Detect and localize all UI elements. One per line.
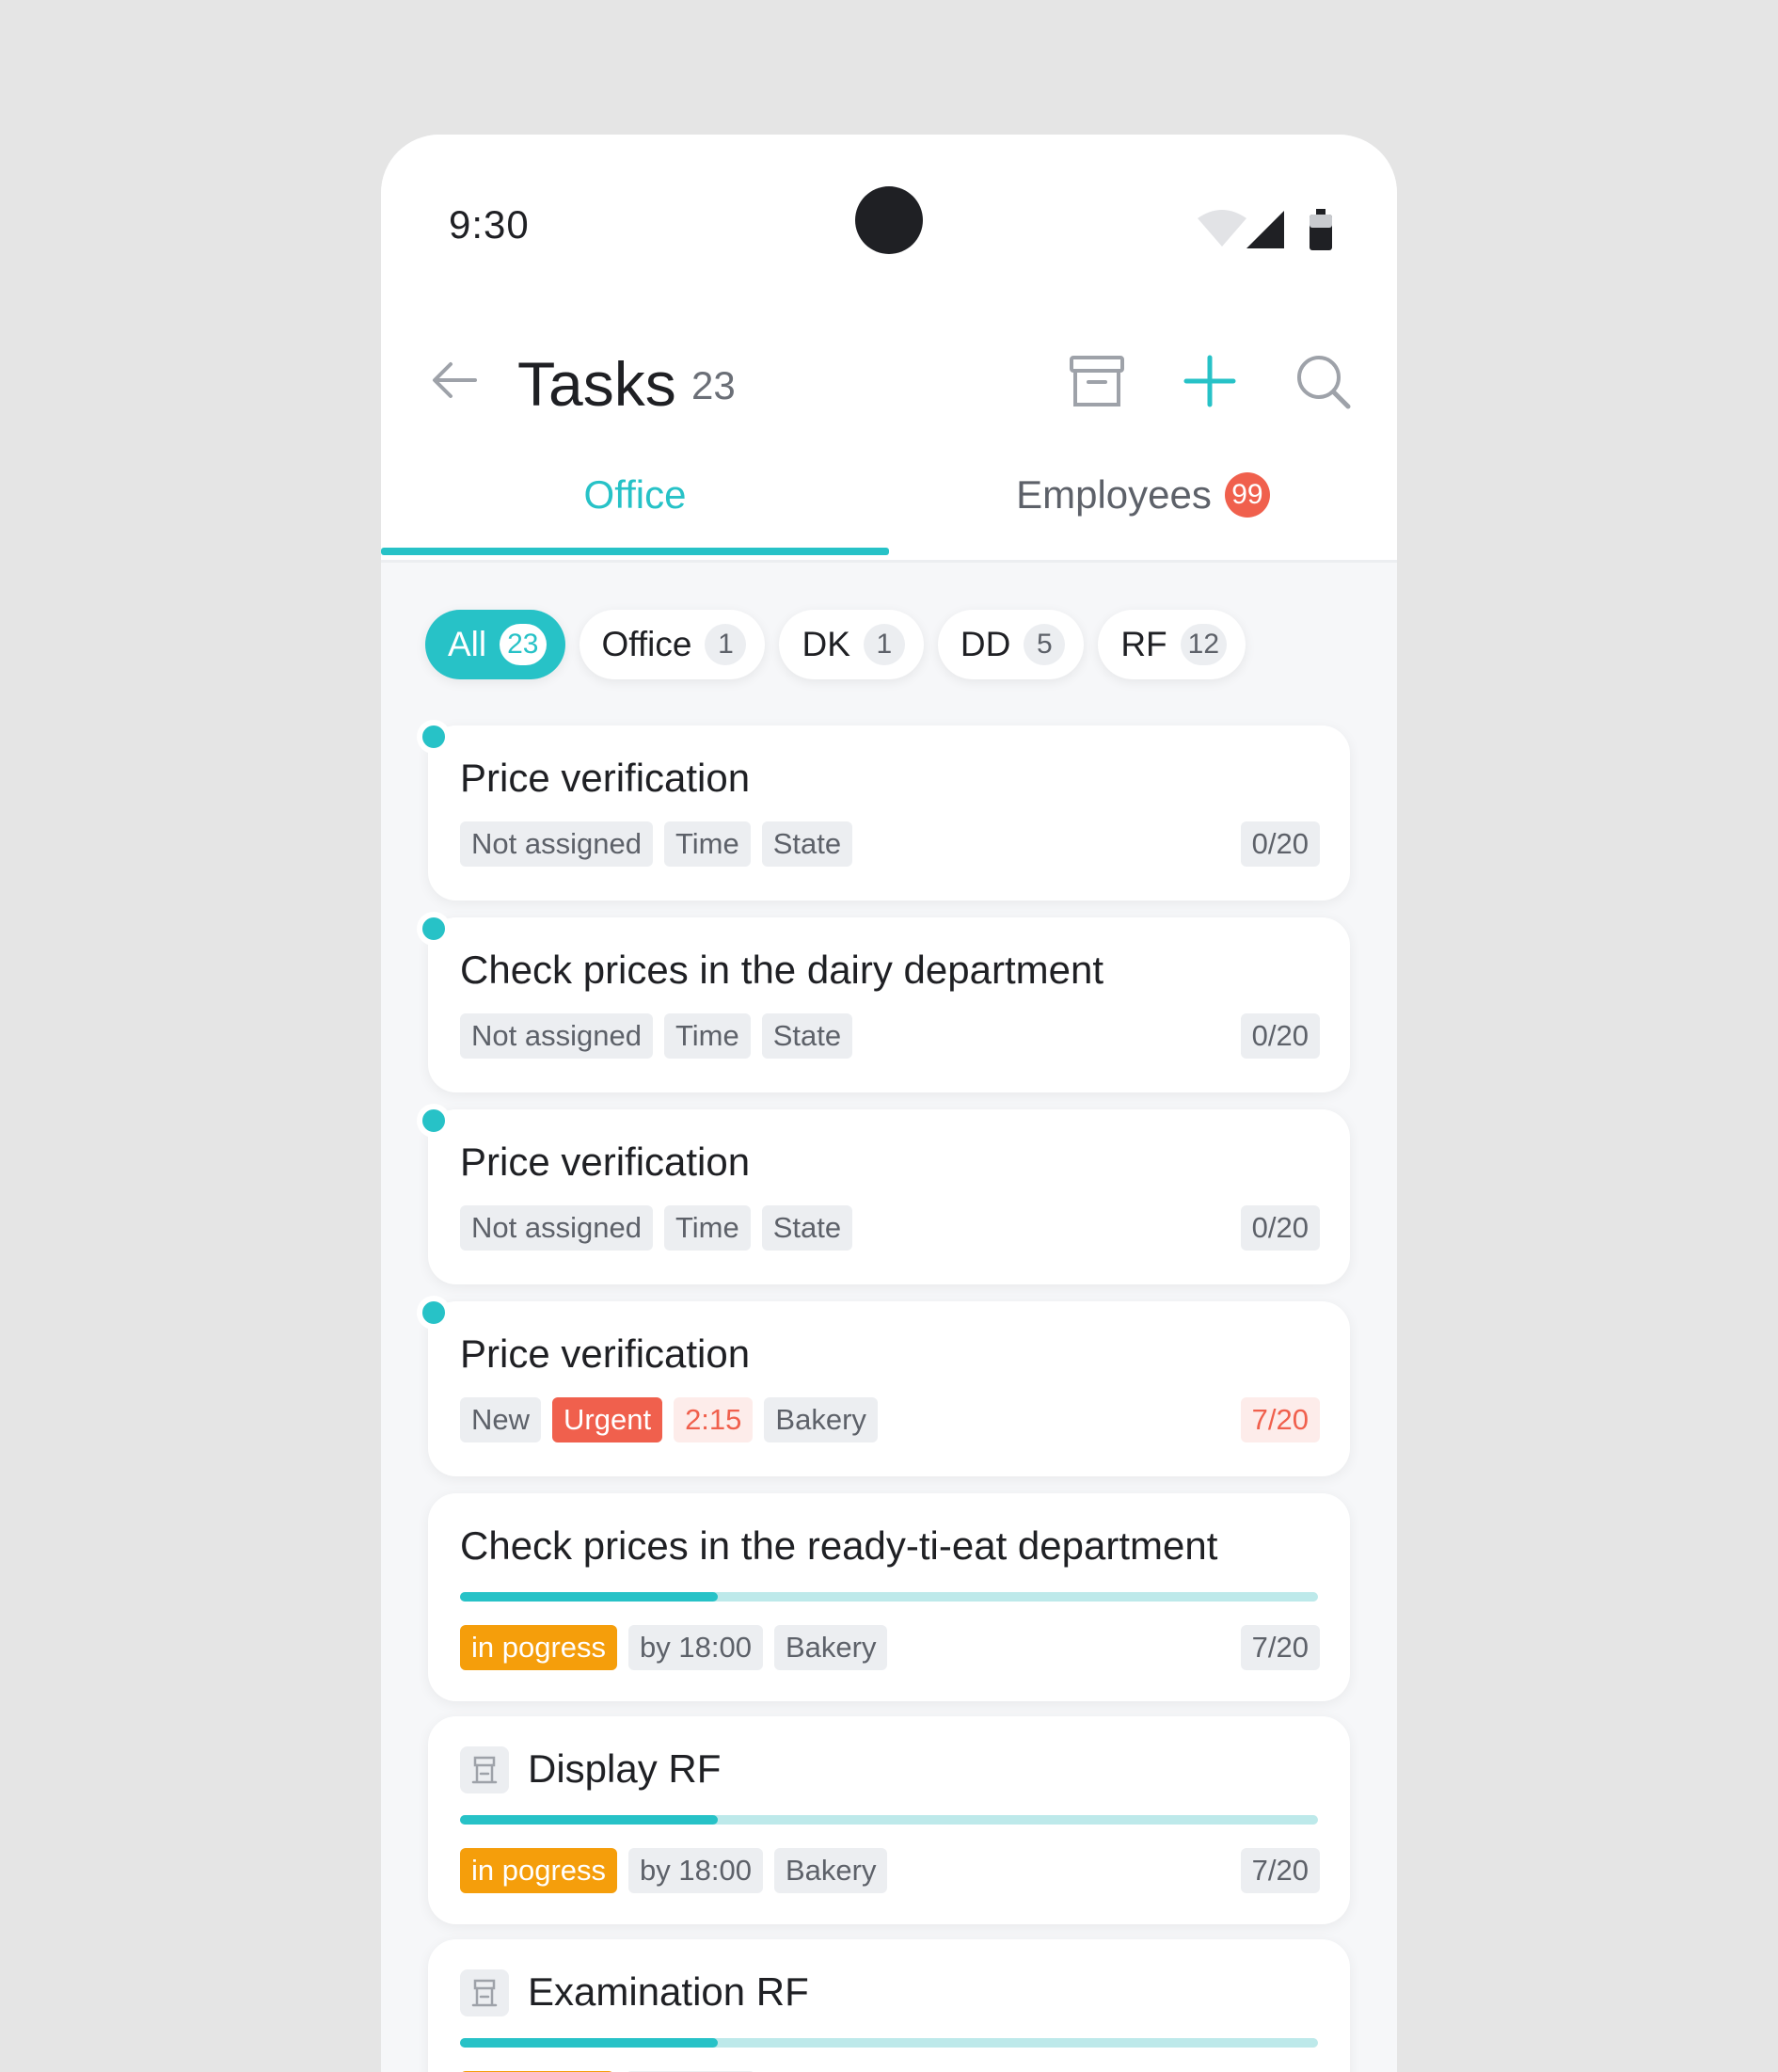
chip-count: 1 — [863, 624, 905, 665]
task-count: 23 — [691, 363, 736, 407]
progress-bar — [460, 1815, 1318, 1825]
task-tags: Not assigned Time State — [460, 821, 853, 867]
task-card[interactable]: Display RF in pogress by 18:00 Bakery 7/… — [428, 1716, 1350, 1924]
time-tag: Time — [663, 1205, 751, 1251]
task-card[interactable]: Price verification Not assigned Time Sta… — [417, 1104, 1350, 1284]
progress-count: 7/20 — [1240, 1397, 1320, 1442]
chip-label: DD — [960, 625, 1011, 663]
tab-office-label: Office — [583, 471, 687, 517]
signal-icon — [1246, 211, 1284, 248]
employees-badge: 99 — [1224, 471, 1270, 518]
page-title: Tasks — [517, 349, 676, 419]
task-card[interactable]: Examination RF — [428, 1939, 1350, 2072]
wifi-icon — [1198, 210, 1246, 247]
task-title: Check prices in the dairy department — [460, 948, 1103, 992]
progress-count: 0/20 — [1240, 821, 1320, 867]
task-title: Price verification — [460, 756, 751, 800]
task-tags: Not assigned Time State — [460, 1013, 853, 1059]
filter-chip-dd[interactable]: DD 5 — [937, 610, 1085, 679]
status-tag: in pogress — [460, 1625, 618, 1670]
tab-employees-label: Employees — [1016, 471, 1212, 517]
filter-chip-rf[interactable]: RF 12 — [1098, 610, 1246, 679]
chip-label: RF — [1120, 625, 1167, 663]
task-title: Display RF — [528, 1746, 722, 1791]
urgent-badge: Urgent — [552, 1397, 663, 1442]
filter-chip-office[interactable]: Office 1 — [579, 610, 766, 679]
department-tag: Bakery — [764, 1397, 878, 1442]
store-icon — [460, 1746, 509, 1793]
store-icon — [460, 1969, 509, 2016]
chip-label: Office — [601, 625, 692, 663]
add-icon[interactable] — [1179, 350, 1241, 412]
task-title: Price verification — [460, 1331, 751, 1376]
chip-label: DK — [802, 625, 850, 663]
filter-chip-all[interactable]: All 23 — [425, 610, 565, 679]
department-tag: Bakery — [773, 1625, 888, 1670]
progress-bar — [460, 2038, 1318, 2048]
unread-dot — [417, 912, 451, 946]
time-tag: Time — [663, 821, 751, 867]
chip-count: 23 — [500, 624, 547, 665]
search-icon[interactable] — [1292, 350, 1354, 412]
filter-chips: All 23 Office 1 DK 1 DD 5 RF 12 — [425, 610, 1246, 679]
state-tag: State — [761, 821, 853, 867]
progress-count: 7/20 — [1240, 1625, 1320, 1670]
deadline-tag: by 18:00 — [628, 1848, 763, 1893]
phone-screen: 9:30 Tasks 23 Office Employees 99 All 23… — [381, 135, 1397, 2072]
task-card[interactable]: Check prices in the dairy department Not… — [417, 912, 1350, 1092]
task-tags: in pogress by 18:00 Bakery — [460, 1848, 888, 1893]
tab-employees[interactable]: Employees 99 — [889, 426, 1397, 563]
progress-bar — [460, 1592, 1318, 1602]
task-title: Examination RF — [528, 1969, 809, 2014]
tab-bar: Office Employees 99 — [381, 426, 1397, 563]
chip-count: 12 — [1180, 624, 1228, 665]
top-panel: 9:30 Tasks 23 Office Employees 99 — [381, 135, 1397, 563]
unread-dot — [417, 1104, 451, 1138]
progress-count: 7/20 — [1240, 1848, 1320, 1893]
filter-chip-dk[interactable]: DK 1 — [779, 610, 924, 679]
chip-count: 5 — [1024, 624, 1066, 665]
time-left-tag: 2:15 — [674, 1397, 754, 1442]
time-tag: Time — [663, 1013, 751, 1059]
status-tag: New — [460, 1397, 542, 1442]
assignee-tag: Not assigned — [460, 1205, 653, 1251]
archive-icon[interactable] — [1066, 350, 1128, 412]
state-tag: State — [761, 1205, 853, 1251]
state-tag: State — [761, 1013, 853, 1059]
task-card[interactable]: Price verification Not assigned Time Sta… — [417, 720, 1350, 901]
progress-bar-fill — [460, 1815, 718, 1825]
app-header: Tasks 23 — [381, 327, 1397, 431]
task-title: Price verification — [460, 1140, 751, 1184]
task-title: Check prices in the ready-ti-eat departm… — [460, 1523, 1218, 1568]
chip-count: 1 — [705, 624, 747, 665]
assignee-tag: Not assigned — [460, 821, 653, 867]
status-icons — [1198, 209, 1332, 250]
tab-office[interactable]: Office — [381, 426, 889, 563]
unread-dot — [417, 1296, 451, 1330]
progress-bar-fill — [460, 2038, 718, 2048]
tab-divider — [381, 560, 1397, 563]
unread-dot — [417, 720, 451, 754]
assignee-tag: Not assigned — [460, 1013, 653, 1059]
task-card[interactable]: Price verification New Urgent 2:15 Baker… — [417, 1296, 1350, 1476]
chip-label: All — [448, 625, 487, 663]
task-card[interactable]: Check prices in the ready-ti-eat departm… — [428, 1493, 1350, 1701]
deadline-tag: by 18:00 — [628, 1625, 763, 1670]
status-tag: in pogress — [460, 1848, 618, 1893]
progress-count: 0/20 — [1240, 1205, 1320, 1251]
back-arrow-icon[interactable] — [426, 352, 483, 408]
task-tags: New Urgent 2:15 Bakery — [460, 1397, 878, 1442]
active-tab-indicator — [381, 548, 889, 555]
camera-cutout — [855, 186, 923, 254]
task-tags: Not assigned Time State — [460, 1205, 853, 1251]
progress-bar-fill — [460, 1592, 718, 1602]
status-time: 9:30 — [449, 202, 530, 247]
task-tags: in pogress by 18:00 Bakery — [460, 1625, 888, 1670]
progress-count: 0/20 — [1240, 1013, 1320, 1059]
department-tag: Bakery — [773, 1848, 888, 1893]
